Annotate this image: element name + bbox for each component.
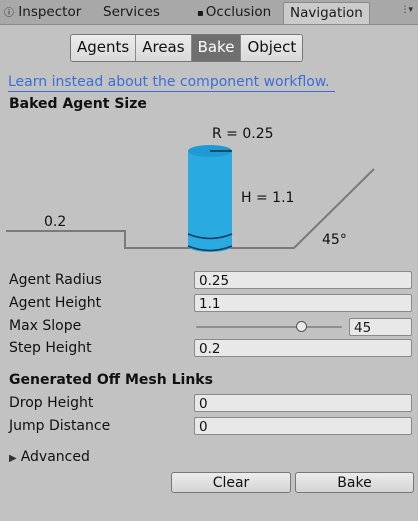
step-height-label-text: Step Height [9,340,92,356]
window-menu-icon[interactable]: ⋮▾ [400,5,412,15]
tab-navigation[interactable]: Navigation [283,2,370,24]
jump-distance-field[interactable]: 0 [194,417,412,435]
bake-button[interactable]: Bake [295,472,414,493]
segment-bake[interactable]: Bake [191,35,242,61]
window-tab-bar: ⓘ Inspector Services ▪ Occlusion Navigati… [0,0,418,25]
segment-agents[interactable]: Agents [71,35,137,61]
slope-angle-label: 45° [322,232,347,248]
clear-button[interactable]: Clear [171,472,291,493]
drop-height-field[interactable]: 0 [194,394,412,412]
agent-height-field[interactable]: 1.1 [194,294,412,312]
segment-object[interactable]: Object [241,35,303,61]
agent-cylinder [187,145,233,252]
agent-height-label: Agent Height [9,295,102,311]
tab-inspector[interactable]: ⓘ Inspector [4,2,81,23]
offmesh-links-header: Generated Off Mesh Links [9,372,213,388]
agent-size-diagram: R = 0.25 H = 1.1 0.2 45° [6,126,375,252]
baked-agent-size-header: Baked Agent Size [9,96,147,112]
lock-icon: ▪ [197,8,204,19]
max-slope-label: Max Slope [9,318,82,334]
segment-areas[interactable]: Areas [136,35,192,61]
jump-distance-label: Jump Distance [9,418,111,434]
component-workflow-link[interactable]: Learn instead about the component workfl… [8,73,335,92]
max-slope-slider-track[interactable] [196,326,342,328]
step-height-field[interactable]: 0.2 [194,339,412,357]
height-label: H = 1.1 [241,190,294,206]
triangle-right-icon: ▶ [9,453,17,464]
agent-radius-field[interactable]: 0.25 [194,271,412,289]
info-icon: ⓘ [4,8,14,19]
agent-radius-label: Agent Radius [9,272,102,288]
drop-height-label: Drop Height [9,395,94,411]
max-slope-slider-thumb[interactable] [295,321,307,332]
radius-label: R = 0.25 [212,126,274,142]
tab-services[interactable]: Services [103,2,160,23]
navigation-mode-segmented-control: Agents Areas Bake Object [70,34,304,62]
advanced-foldout[interactable]: ▶ Advanced [9,449,90,465]
step-height-label: 0.2 [44,214,66,230]
max-slope-field[interactable]: 45 [349,318,412,336]
tab-occlusion[interactable]: ▪ Occlusion [197,2,271,23]
